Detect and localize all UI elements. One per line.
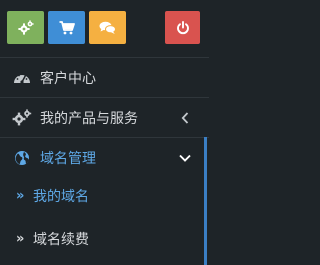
menu-item-products-services[interactable]: 我的产品与服务 xyxy=(0,97,209,137)
gears-icon xyxy=(17,19,34,36)
menu-item-label: 我的产品与服务 xyxy=(40,110,138,127)
globe-icon xyxy=(12,148,32,168)
cart-button[interactable] xyxy=(48,11,85,44)
submenu-item-my-domains[interactable]: » 我的域名 xyxy=(0,177,209,215)
double-chevron-icon: » xyxy=(16,188,25,204)
chevron-down-icon xyxy=(179,152,191,164)
sidebar: 客户中心 我的产品与服务 域名管理 » 我的域名 » 域名续费 xyxy=(0,0,209,265)
menu-item-label: 域名管理 xyxy=(40,150,96,167)
double-chevron-icon: » xyxy=(16,231,25,247)
chevron-left-icon xyxy=(179,111,191,124)
settings-button[interactable] xyxy=(7,11,44,44)
submenu-item-label: 域名续费 xyxy=(33,232,89,248)
dashboard-icon xyxy=(12,68,32,88)
menu-item-label: 客户中心 xyxy=(40,70,96,87)
menu-item-customer-center[interactable]: 客户中心 xyxy=(0,57,209,97)
menu-item-domain-management[interactable]: 域名管理 xyxy=(0,137,209,177)
submenu-item-label: 我的域名 xyxy=(33,189,89,205)
quick-action-bar xyxy=(0,0,209,57)
gears-icon xyxy=(12,108,32,128)
chat-icon xyxy=(99,21,116,35)
scrollbar[interactable] xyxy=(204,137,207,265)
logout-button[interactable] xyxy=(165,11,200,44)
cart-icon xyxy=(59,20,75,35)
submenu-item-domain-renewal[interactable]: » 域名续费 xyxy=(0,220,209,258)
power-icon xyxy=(176,20,190,35)
messages-button[interactable] xyxy=(89,11,126,44)
